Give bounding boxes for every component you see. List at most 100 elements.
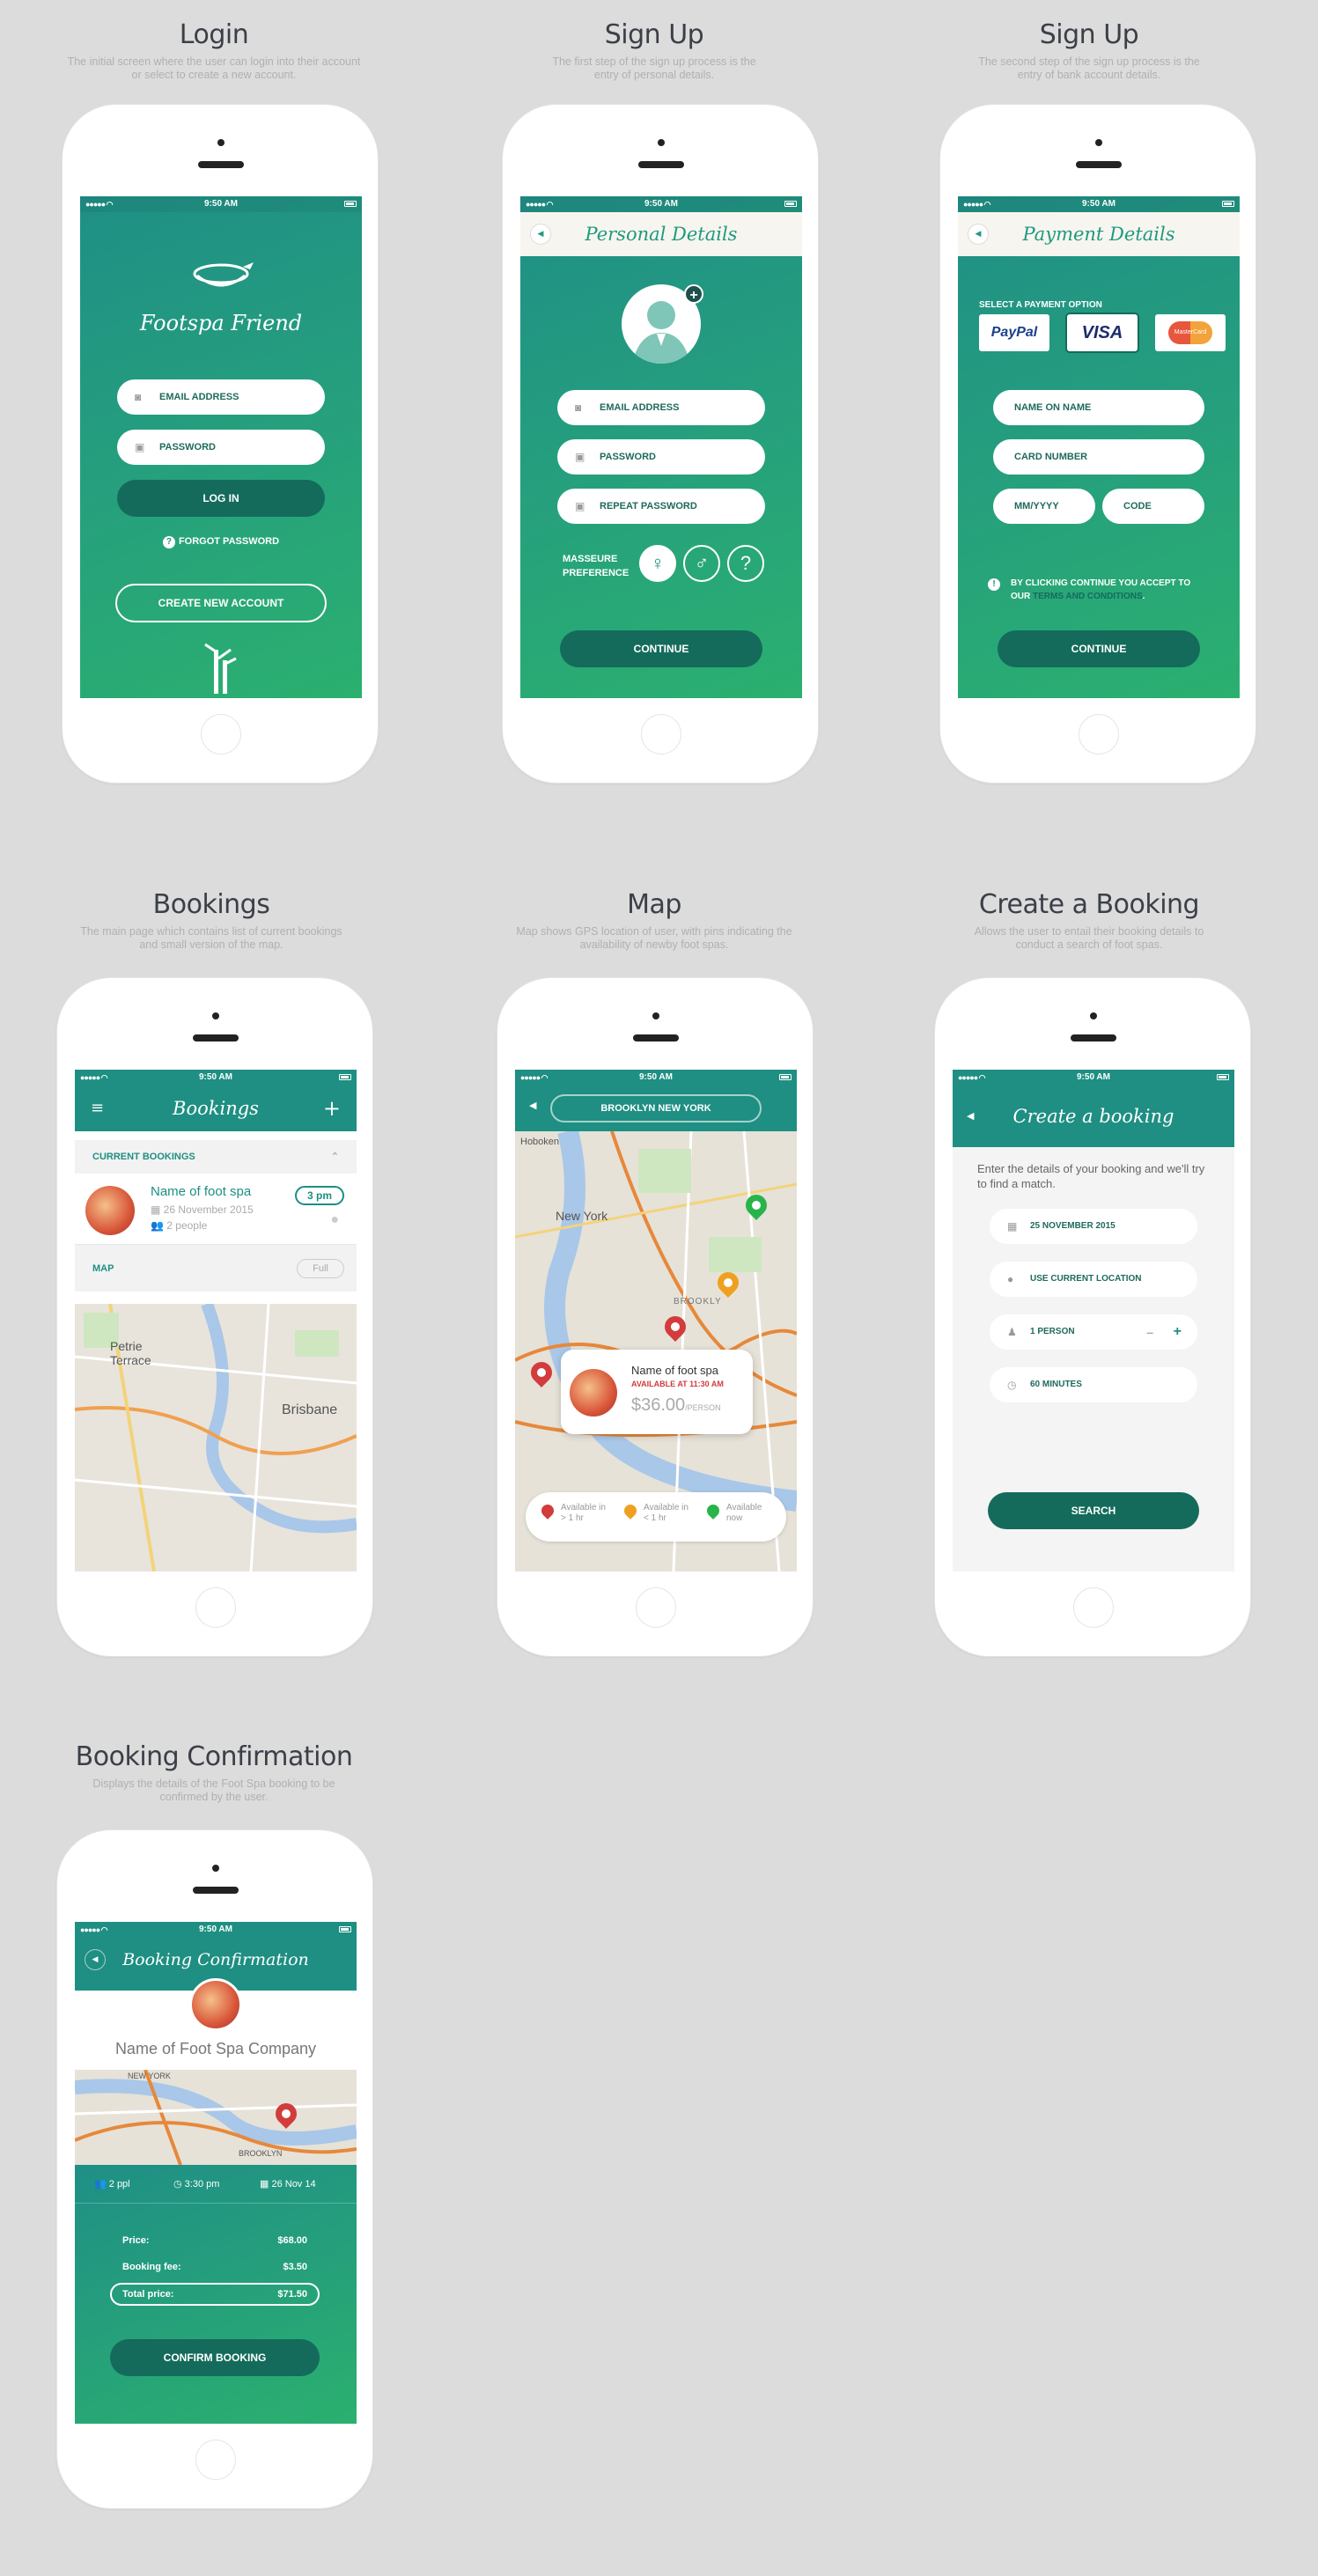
terms-link[interactable]: TERMS AND CONDITIONS	[1033, 592, 1143, 601]
section-bookings: Bookings The main page which contains lis…	[26, 889, 396, 952]
map-label-newyork: New York	[556, 1209, 608, 1223]
map-label-brooklyn: BROOKLY	[674, 1297, 722, 1306]
phone-signup-personal: ●●●●● ◠ 9:50 AM ◀ Personal Details + ◙ EMAI…	[502, 104, 819, 784]
full-map[interactable]: Hoboken New York BROOKLY Name of foot sp…	[515, 1131, 797, 1571]
header-title: Booking Confirmation	[122, 1950, 309, 1969]
intro-text: Enter the details of your booking and we…	[977, 1162, 1205, 1190]
spa-popup-card[interactable]: Name of foot spa AVAILABLE AT 11:30 AM $…	[561, 1350, 753, 1434]
section-title: Booking Confirmation	[75, 1741, 353, 1772]
signup-personal-screen: ●●●●● ◠ 9:50 AM ◀ Personal Details + ◙ EMAI…	[520, 196, 802, 698]
date-text: 26 November 2015	[163, 1203, 254, 1216]
battery-icon	[1217, 1074, 1229, 1080]
continue-button[interactable]: CONTINUE	[998, 630, 1200, 667]
price-value: $36.00	[631, 1395, 686, 1415]
terms-suffix: .	[1142, 592, 1145, 601]
back-button[interactable]: ◀	[968, 224, 988, 244]
forgot-password-link[interactable]: ? FORGOT PASSWORD	[80, 536, 362, 548]
home-button[interactable]	[195, 1587, 236, 1628]
status-bar: ●●●●● ◠ 9:50 AM	[75, 1922, 357, 1938]
speaker	[1076, 161, 1122, 168]
email-field[interactable]: ◙ EMAIL ADDRESS	[117, 379, 325, 415]
male-option[interactable]: ♂	[683, 545, 720, 582]
section-map: Map Map shows GPS location of user, with …	[469, 889, 839, 952]
home-button[interactable]	[195, 2440, 236, 2480]
mini-map[interactable]: Petrie Terrace Brisbane	[75, 1304, 357, 1571]
lock-icon: ▣	[575, 451, 585, 463]
camera	[658, 139, 665, 146]
email-field[interactable]: ◙ EMAIL ADDRESS	[557, 390, 765, 425]
confirmation-map[interactable]: NEW YORK BROOKLYN	[75, 2070, 357, 2165]
cvv-field[interactable]: CODE	[1102, 489, 1204, 524]
visa-option[interactable]: VISA	[1067, 314, 1138, 351]
user-icon: ◙	[135, 391, 142, 403]
battery-icon	[779, 1074, 792, 1080]
plus-button[interactable]: +	[1174, 1314, 1182, 1350]
paypal-option[interactable]: PayPal	[979, 314, 1049, 351]
booking-people: 👥 2 people	[151, 1219, 207, 1232]
spa-name: Name of foot spa	[151, 1184, 252, 1199]
status-bar: ●●●●● ◠ 9:50 AM	[520, 196, 802, 212]
status-time: 9:50 AM	[644, 199, 678, 209]
current-bookings-label: CURRENT BOOKINGS	[92, 1152, 195, 1162]
location-field[interactable]: ● USE CURRENT LOCATION	[990, 1262, 1197, 1297]
home-button[interactable]	[1079, 714, 1119, 754]
date-value: 25 NOVEMBER 2015	[1030, 1221, 1116, 1231]
continue-button[interactable]: CONTINUE	[560, 630, 762, 667]
map-label-brooklyn: BROOKLYN	[239, 2149, 283, 2158]
name-on-card-field[interactable]: NAME ON NAME	[993, 390, 1204, 425]
password-placeholder: PASSWORD	[600, 452, 656, 462]
home-button[interactable]	[636, 1587, 676, 1628]
lock-icon: ▣	[135, 441, 145, 453]
question-icon: ?	[162, 536, 175, 548]
foot-bowl-logo-icon	[181, 258, 261, 293]
camera	[212, 1865, 219, 1872]
green-pin-icon	[704, 1502, 722, 1520]
add-icon[interactable]: +	[323, 1086, 341, 1131]
date-field[interactable]: ▦ 25 NOVEMBER 2015	[990, 1209, 1197, 1244]
menu-icon[interactable]: ≡	[91, 1086, 104, 1131]
mastercard-option[interactable]: MasterCard	[1155, 314, 1226, 351]
current-bookings-bar[interactable]: CURRENT BOOKINGS ⌃	[75, 1140, 357, 1174]
clock-icon: ◷	[1007, 1379, 1017, 1391]
female-icon: ♀	[650, 552, 666, 574]
back-arrow-icon[interactable]: ◀	[529, 1100, 536, 1111]
home-button[interactable]	[201, 714, 241, 754]
booking-item[interactable]: Name of foot spa ▦ 26 November 2015 👥 2 …	[75, 1174, 357, 1240]
section-title: Create a Booking	[978, 889, 1200, 920]
payment-option-label: SELECT A PAYMENT OPTION	[979, 300, 1102, 310]
map-graphic	[75, 2070, 357, 2165]
any-option[interactable]: ?	[727, 545, 764, 582]
login-button[interactable]: LOG IN	[117, 480, 325, 517]
expiry-field[interactable]: MM/YYYY	[993, 489, 1095, 524]
section-desc: The first step of the sign up process is…	[552, 55, 756, 81]
duration-field[interactable]: ◷ 60 MINUTES	[990, 1367, 1197, 1402]
female-option[interactable]: ♀	[639, 545, 676, 582]
back-button[interactable]: ◀	[531, 224, 550, 244]
phone-signup-payment: ●●●●● ◠ 9:50 AM ◀ Payment Details SELECT A…	[939, 104, 1256, 784]
password-field[interactable]: ▣ PASSWORD	[557, 439, 765, 475]
back-arrow-icon[interactable]: ◀	[967, 1086, 974, 1147]
full-map-button[interactable]: Full	[297, 1259, 344, 1278]
password-field[interactable]: ▣ PASSWORD	[117, 430, 325, 465]
back-button[interactable]: ◀	[85, 1950, 105, 1969]
confirm-booking-button[interactable]: CONFIRM BOOKING	[110, 2339, 320, 2376]
home-button[interactable]	[1073, 1587, 1114, 1628]
minus-button[interactable]: –	[1146, 1314, 1153, 1350]
spa-thumbnail	[570, 1369, 617, 1417]
home-button[interactable]	[641, 714, 681, 754]
card-number-field[interactable]: CARD NUMBER	[993, 439, 1204, 475]
create-account-button[interactable]: CREATE NEW ACCOUNT	[115, 584, 327, 622]
search-button[interactable]: SEARCH	[988, 1492, 1199, 1529]
mastercard-icon: MasterCard	[1168, 321, 1212, 344]
persons-stepper[interactable]: ♟ 1 PERSON – +	[990, 1314, 1197, 1350]
add-photo-icon[interactable]: +	[684, 284, 703, 304]
camera	[1090, 1012, 1097, 1019]
forgot-label: FORGOT PASSWORD	[178, 536, 280, 547]
speaker	[638, 161, 684, 168]
email-placeholder: EMAIL ADDRESS	[600, 402, 680, 413]
location-search[interactable]: BROOKLYN NEW YORK	[550, 1094, 762, 1122]
time-value: 3:30 pm	[184, 2179, 220, 2190]
chevron-up-icon: ⌃	[330, 1152, 339, 1162]
date-value: 26 Nov 14	[271, 2179, 316, 2190]
repeat-password-field[interactable]: ▣ REPEAT PASSWORD	[557, 489, 765, 524]
